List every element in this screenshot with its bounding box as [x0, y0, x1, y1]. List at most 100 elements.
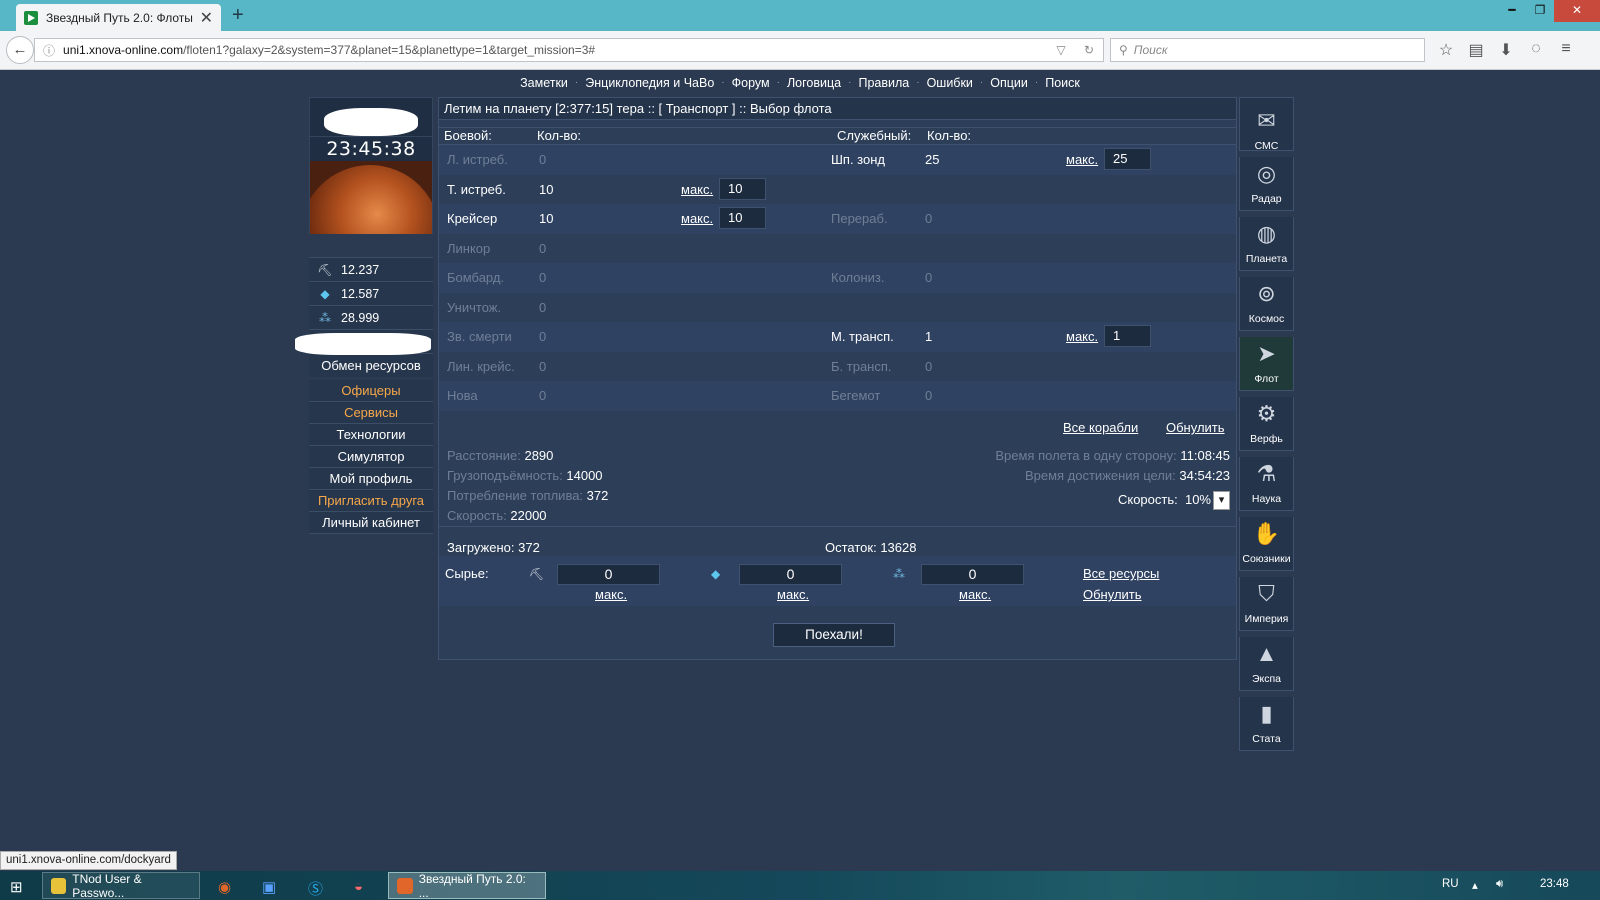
radar-icon: ◎ [1256, 161, 1277, 186]
right-nav-item[interactable]: ▮ Стата [1239, 697, 1294, 751]
speed-select-value[interactable]: 10% [1185, 492, 1211, 507]
right-nav-item[interactable]: ✉ СМС [1239, 97, 1294, 152]
service-ship-qty: 0 [925, 358, 933, 374]
service-ship-name: Шп. зонд [831, 152, 885, 167]
restore-icon[interactable]: ❐ [1526, 0, 1554, 22]
right-nav-item[interactable]: ⊚ Космос [1239, 277, 1294, 331]
combat-ship-name: Линкор [447, 240, 491, 256]
window-close-icon[interactable]: ✕ [1554, 0, 1600, 22]
all-ships-link[interactable]: Все корабли [1063, 420, 1138, 435]
deuterium-input[interactable]: 0 [921, 564, 1024, 585]
left-menu-item[interactable]: Офицеры [309, 380, 433, 402]
distance-label: Расстояние: [447, 448, 521, 463]
go-button[interactable]: Поехали! [773, 623, 895, 647]
top-menu-item[interactable]: Правила [851, 76, 916, 90]
tray-chevron-icon[interactable]: ▴ [1472, 878, 1478, 892]
combat-ship-max-link[interactable]: макс. [681, 211, 713, 226]
combat-ship-input[interactable]: 10 [719, 177, 766, 200]
left-menu: Офицеры Сервисы Технологии Симулятор Мой про… [309, 380, 433, 534]
app-shortcut-icon[interactable]: ◒ [354, 878, 363, 895]
ship-row: Т. истреб. 10 макс. 10 [439, 175, 1236, 205]
service-ship-max-link[interactable]: макс. [1066, 329, 1098, 344]
reload-icon[interactable]: ↻ [1075, 43, 1103, 57]
site-info-icon[interactable]: ⓘ [43, 42, 55, 59]
service-ship-name: Бегемот [831, 388, 881, 403]
top-menu-item[interactable]: Энциклопедия и ЧаВо [578, 76, 721, 90]
left-menu-item[interactable]: Мой профиль [309, 468, 433, 490]
left-menu-item[interactable]: Личный кабинет [309, 512, 433, 534]
right-nav-item[interactable]: ➤ Флот [1239, 337, 1294, 391]
top-menu-item[interactable]: Ошибки [920, 76, 980, 90]
redacted-planet-name [295, 333, 431, 355]
pocket-icon[interactable]: ◌ [1526, 40, 1546, 60]
right-nav-item[interactable]: ◎ Радар [1239, 157, 1294, 211]
crystal-icon: ◆ [320, 286, 330, 301]
taskbar-item-tnod[interactable]: TNod User & Passwo... [42, 872, 200, 900]
right-nav-label: Империя [1244, 613, 1289, 625]
planet-image[interactable] [309, 161, 433, 234]
windows-start-icon[interactable]: ⊞ [10, 878, 23, 896]
address-bar[interactable]: ⓘ uni1.xnova-online.com/floten1?galaxy=2… [34, 38, 1104, 62]
firefox-icon[interactable]: ◉ [218, 878, 231, 896]
bookmark-star-icon[interactable]: ☆ [1436, 40, 1456, 60]
right-nav-item[interactable]: ⛉ Империя [1239, 577, 1294, 631]
reading-list-icon[interactable]: ▤ [1466, 40, 1486, 60]
language-indicator[interactable]: RU [1442, 878, 1459, 890]
right-nav-item[interactable]: ◍ Планета [1239, 217, 1294, 271]
browser-tab[interactable]: Звездный Путь 2.0: Флоты ✕ [16, 4, 221, 31]
menu-hamburger-icon[interactable]: ≡ [1556, 40, 1576, 60]
resource-value: 28.999 [341, 310, 380, 325]
url-dropdown-icon[interactable]: ▽ [1047, 43, 1075, 57]
top-menu-item[interactable]: Поиск [1038, 76, 1087, 90]
right-nav-item[interactable]: ⚗ Наука [1239, 457, 1294, 511]
ship-row: Линкор 0 [439, 234, 1236, 264]
left-menu-item[interactable]: Симулятор [309, 446, 433, 468]
back-arrow-icon[interactable]: ← [6, 36, 34, 64]
redacted-name [324, 108, 418, 136]
service-ship-input[interactable]: 1 [1104, 325, 1151, 347]
right-nav-item[interactable]: ⚙ Верфь [1239, 397, 1294, 451]
tray-clock[interactable]: 23:48 [1540, 878, 1569, 890]
reset-resources-link[interactable]: Обнулить [1083, 587, 1142, 602]
url-text[interactable]: uni1.xnova-online.com/floten1?galaxy=2&s… [63, 43, 1047, 57]
resource-exchange-link[interactable]: Обмен ресурсов [309, 353, 433, 377]
service-ship-max-link[interactable]: макс. [1066, 152, 1098, 167]
browser-titlebar: Звездный Путь 2.0: Флоты ✕ + ━ ❐ ✕ [0, 0, 1600, 31]
minimize-icon[interactable]: ━ [1498, 0, 1526, 22]
left-menu-item[interactable]: Пригласить друга [309, 490, 433, 512]
search-input[interactable]: ⚲ Поиск [1110, 38, 1425, 62]
right-nav-item[interactable]: ▲ Экспа [1239, 637, 1294, 691]
right-nav-label: Стата [1252, 733, 1281, 745]
metal-max-link[interactable]: макс. [595, 587, 627, 602]
right-nav-item[interactable]: ✋ Союзники [1239, 517, 1294, 571]
right-nav-label: Флот [1254, 373, 1279, 385]
left-menu-item[interactable]: Сервисы [309, 402, 433, 424]
taskbar-item-browser[interactable]: Звездный Путь 2.0: ... [388, 872, 546, 900]
left-menu-item[interactable]: Технологии [309, 424, 433, 446]
tab-close-icon[interactable]: ✕ [200, 8, 213, 28]
app-window-icon[interactable]: ▣ [262, 878, 276, 896]
windows-taskbar: ⊞ TNod User & Passwo... ◉ ▣ Ⓢ ◒ Звездный… [0, 871, 1600, 900]
new-tab-button[interactable]: + [232, 4, 244, 27]
service-ship-input[interactable]: 25 [1104, 148, 1151, 170]
skype-icon[interactable]: Ⓢ [308, 878, 323, 899]
volume-icon[interactable]: 🔊︎ [1496, 878, 1503, 891]
chevron-down-icon[interactable]: ▾ [1213, 491, 1230, 510]
crystal-input[interactable]: 0 [739, 564, 842, 585]
ship-row: Лин. крейс. 0 Б. трансп. 0 [439, 352, 1236, 382]
top-menu-item[interactable]: Логовица [780, 76, 848, 90]
top-menu-item[interactable]: Форум [725, 76, 777, 90]
all-resources-link[interactable]: Все ресурсы [1083, 566, 1159, 581]
combat-ship-input[interactable]: 10 [719, 207, 766, 229]
top-menu-item[interactable]: Опции [983, 76, 1035, 90]
crystal-max-link[interactable]: макс. [777, 587, 809, 602]
combat-ship-max-link[interactable]: макс. [681, 182, 713, 197]
download-icon[interactable]: ⬇ [1496, 40, 1516, 60]
top-menu-item[interactable]: Заметки [513, 76, 575, 90]
service-header: Служебный: [837, 128, 912, 143]
reset-ships-link[interactable]: Обнулить [1166, 420, 1225, 435]
window-controls: ━ ❐ ✕ [1498, 0, 1600, 22]
deuterium-max-link[interactable]: макс. [959, 587, 991, 602]
metal-input[interactable]: 0 [557, 564, 660, 585]
speed-select-row: Скорость: 10% ▾ [1118, 491, 1230, 510]
